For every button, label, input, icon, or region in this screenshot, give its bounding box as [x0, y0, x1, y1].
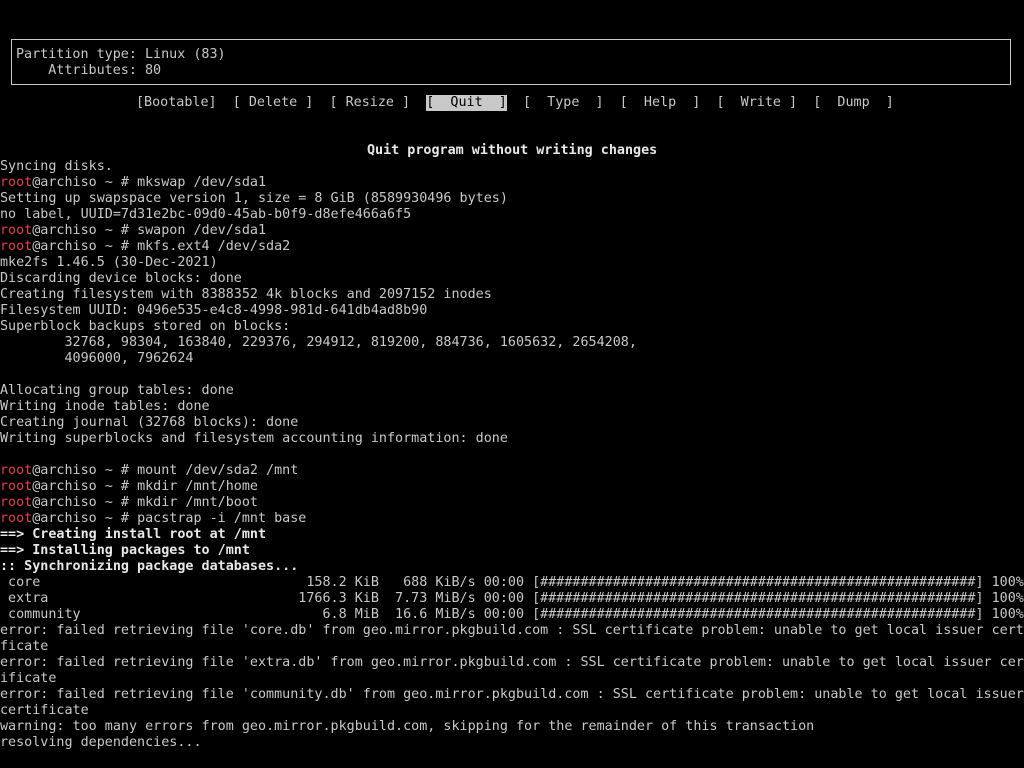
- shell-command: mkdir /mnt/home: [137, 479, 258, 494]
- menu-button-delete[interactable]: [ Delete ]: [233, 95, 314, 111]
- terminal-output-line: Creating journal (32768 blocks): done: [0, 415, 299, 430]
- shell-command-line: root@archiso ~ # mount /dev/sda2 /mnt: [0, 463, 298, 479]
- terminal-output-line: resolving dependencies...: [0, 735, 202, 750]
- terminal-output-line: :: Synchronizing package databases...: [0, 559, 299, 574]
- shell-command: mount /dev/sda2 /mnt: [137, 463, 299, 478]
- menu-button-quit[interactable]: [ Quit ]: [426, 95, 507, 111]
- partition-attributes-text: Attributes: 80: [16, 63, 162, 78]
- menu-button-resize[interactable]: [ Resize ]: [330, 95, 411, 111]
- terminal-output-line: Discarding device blocks: done: [0, 271, 242, 286]
- terminal-output-line: error: failed retrieving file 'community…: [0, 687, 1024, 702]
- terminal-output-line: community 6.8 MiB 16.6 MiB/s 00:00 [####…: [0, 607, 1024, 622]
- terminal-output-line: Allocating group tables: done: [0, 383, 234, 398]
- prompt-host-path: @archiso ~ #: [32, 175, 138, 190]
- menu-button-write[interactable]: [ Write ]: [717, 95, 798, 111]
- prompt-host-path: @archiso ~ #: [32, 495, 138, 510]
- terminal-output-line: Superblock backups stored on blocks:: [0, 319, 291, 334]
- terminal-output-line: 4096000, 7962624: [0, 351, 194, 366]
- menu-button-type[interactable]: [ Type ]: [523, 95, 604, 111]
- shell-command: mkfs.ext4 /dev/sda2: [137, 239, 291, 254]
- prompt-host-path: @archiso ~ #: [32, 223, 138, 238]
- terminal-output-line: ficate: [0, 639, 49, 654]
- shell-command: swapon /dev/sda1: [137, 223, 267, 238]
- terminal-output-line: Creating filesystem with 8388352 4k bloc…: [0, 287, 492, 302]
- prompt-host-path: @archiso ~ #: [32, 239, 138, 254]
- shell-command-line: root@archiso ~ # mkswap /dev/sda1: [0, 175, 266, 191]
- menu-hint-text: Quit program without writing changes: [367, 143, 658, 158]
- terminal-output-line: Writing superblocks and filesystem accou…: [0, 431, 508, 446]
- prompt-user: root: [0, 223, 33, 238]
- prompt-user: root: [0, 511, 33, 526]
- shell-command-line: root@archiso ~ # swapon /dev/sda1: [0, 223, 266, 239]
- terminal-output-line: ==> Installing packages to /mnt: [0, 543, 250, 558]
- terminal-output-line: extra 1766.3 KiB 7.73 MiB/s 00:00 [#####…: [0, 591, 1024, 606]
- shell-command-line: root@archiso ~ # mkdir /mnt/home: [0, 479, 258, 495]
- menu-button-bootable[interactable]: [Bootable]: [136, 95, 217, 111]
- shell-command: mkswap /dev/sda1: [137, 175, 267, 190]
- prompt-user: root: [0, 175, 33, 190]
- shell-command-line: root@archiso ~ # mkdir /mnt/boot: [0, 495, 258, 511]
- terminal-output-line: mke2fs 1.46.5 (30-Dec-2021): [0, 255, 218, 270]
- cfdisk-menu-bar: [Bootable] [ Delete ] [ Resize ] [ Quit …: [136, 95, 894, 111]
- terminal-output-line: core 158.2 KiB 688 KiB/s 00:00 [########…: [0, 575, 1024, 590]
- terminal-output-line: ificate: [0, 671, 57, 686]
- terminal-output-line: error: failed retrieving file 'core.db' …: [0, 623, 1024, 638]
- menu-button-help[interactable]: [ Help ]: [620, 95, 701, 111]
- terminal-output-line: certificate: [0, 703, 89, 718]
- partition-type-text: Partition type: Linux (83): [16, 47, 226, 62]
- terminal-output-line: Syncing disks.: [0, 159, 113, 174]
- menu-button-dump[interactable]: [ Dump ]: [813, 95, 894, 111]
- terminal-screen: { "cfdisk": { "partition_type": "Partiti…: [0, 0, 1024, 768]
- terminal-output-line: Setting up swapspace version 1, size = 8…: [0, 191, 508, 206]
- prompt-user: root: [0, 479, 33, 494]
- terminal-output-line: 32768, 98304, 163840, 229376, 294912, 81…: [0, 335, 637, 350]
- terminal-output-line: warning: too many errors from geo.mirror…: [0, 719, 815, 734]
- prompt-host-path: @archiso ~ #: [32, 463, 138, 478]
- terminal-output-line: error: failed retrieving file 'extra.db'…: [0, 655, 1024, 670]
- terminal-output-line: Filesystem UUID: 0496e535-e4c8-4998-981d…: [0, 303, 428, 318]
- prompt-host-path: @archiso ~ #: [32, 479, 138, 494]
- prompt-user: root: [0, 463, 33, 478]
- shell-command-line: root@archiso ~ # pacstrap -i /mnt base: [0, 511, 306, 527]
- terminal-output-line: no label, UUID=7d31e2bc-09d0-45ab-b0f9-d…: [0, 207, 412, 222]
- prompt-host-path: @archiso ~ #: [32, 511, 138, 526]
- terminal-output-line: ==> Creating install root at /mnt: [0, 527, 267, 542]
- prompt-user: root: [0, 495, 33, 510]
- shell-command-line: root@archiso ~ # mkfs.ext4 /dev/sda2: [0, 239, 290, 255]
- prompt-user: root: [0, 239, 33, 254]
- partition-info-box: Partition type: Linux (83) Attributes: 8…: [11, 39, 1011, 85]
- shell-command: mkdir /mnt/boot: [137, 495, 258, 510]
- shell-command: pacstrap -i /mnt base: [137, 511, 307, 526]
- terminal-output-line: Writing inode tables: done: [0, 399, 210, 414]
